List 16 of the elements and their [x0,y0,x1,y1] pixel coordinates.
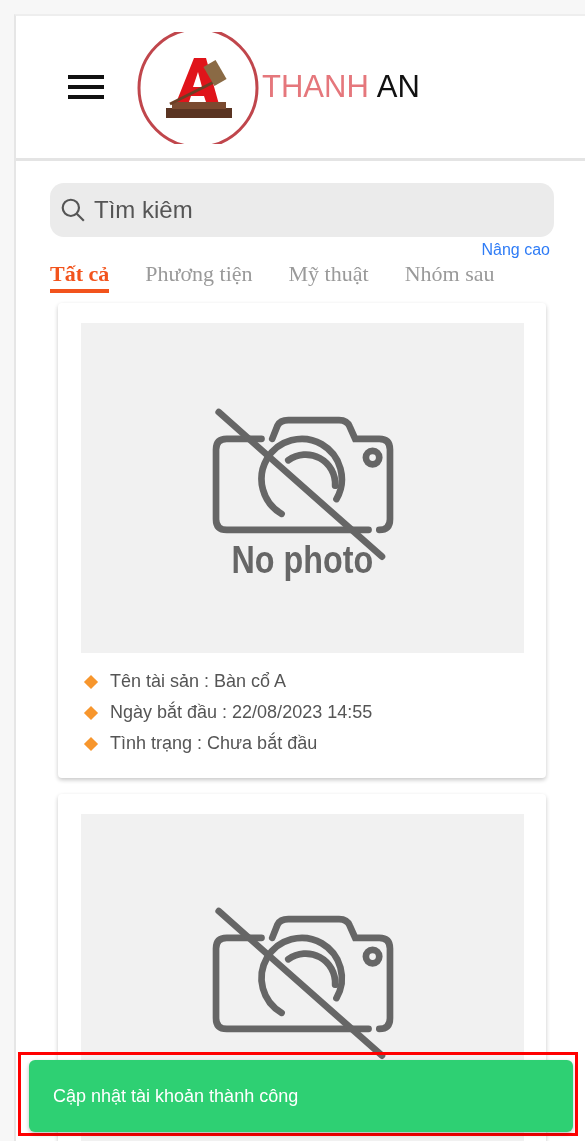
brand-name: THANH [262,69,369,105]
no-photo-label: No photo [231,538,374,582]
category-tab[interactable]: Tất cả [50,261,110,293]
asset-card[interactable]: No photo Tên tài sản : Bàn cổ A Ngày bắt đầu : 22/08/2023 14:55 Tình trạng : Chưa bắt đầu [58,303,546,778]
category-tab[interactable]: Mỹ thuật [288,261,369,293]
menu-icon[interactable] [68,74,104,100]
search-field[interactable]: Tìm kiêm [50,183,554,237]
asset-detail: Tình trạng : Chưa bắt đầu [110,733,318,754]
success-toast: Cập nhật tài khoản thành công [29,1060,573,1132]
advanced-search-link[interactable]: Nâng cao [481,241,550,259]
gavel-logo[interactable] [136,32,260,144]
category-tab[interactable]: Nhóm sau [404,261,495,293]
asset-detail: Ngày bắt đầu : 22/08/2023 14:55 [110,702,373,723]
brand-name: AN [376,69,420,105]
asset-detail: Tên tài sản : Bàn cổ A [110,671,287,692]
category-tab[interactable]: Phương tiện [145,261,253,293]
